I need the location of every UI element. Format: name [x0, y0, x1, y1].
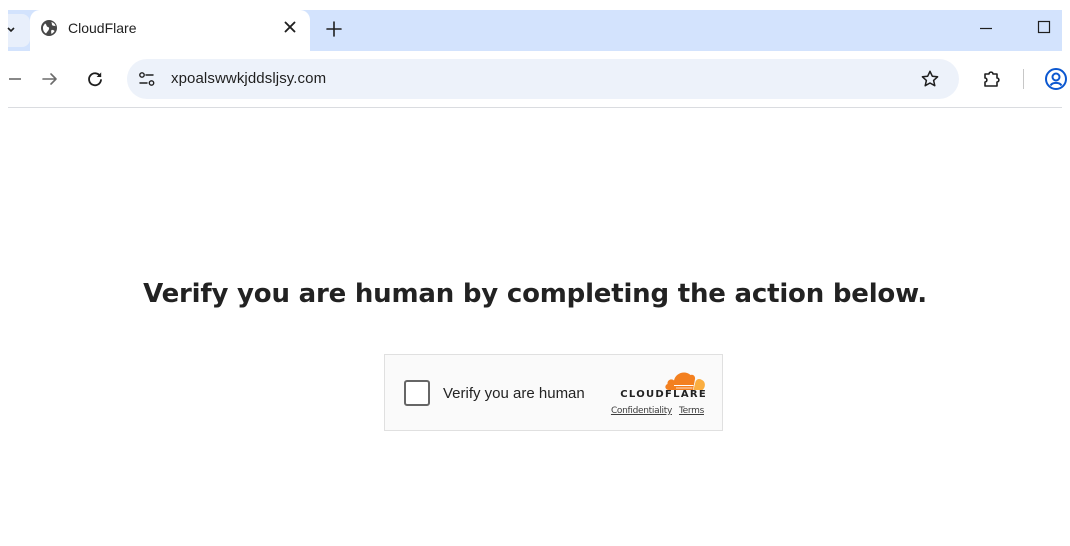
extensions-puzzle-icon[interactable] [981, 67, 1003, 89]
page-heading: Verify you are human by completing the a… [143, 279, 927, 309]
url-text[interactable]: xpoalswwkjddsljsy.com [171, 70, 326, 87]
tab-cloudflare[interactable]: CloudFlare [30, 10, 310, 51]
tab-title: CloudFlare [68, 20, 137, 36]
cloudflare-links: Confidentiality Terms [611, 406, 704, 416]
previous-tab[interactable] [7, 14, 30, 47]
close-tab-icon[interactable] [281, 18, 299, 36]
minimize-icon[interactable] [976, 20, 996, 36]
toolbar-separator [1023, 69, 1024, 89]
cloudflare-cloud-logo-icon [665, 372, 705, 390]
back-arrow-icon[interactable] [4, 69, 24, 89]
site-settings-icon[interactable] [136, 68, 158, 90]
profile-avatar-icon[interactable] [1044, 67, 1068, 91]
new-tab-plus-icon[interactable] [321, 16, 347, 42]
reload-icon[interactable] [85, 69, 105, 89]
maximize-icon[interactable] [1035, 18, 1053, 36]
verify-checkbox[interactable] [404, 380, 430, 406]
browser-window: CloudFlare xpoalswwkjddsljsy.com Verify … [0, 0, 1070, 546]
globe-icon [41, 20, 57, 36]
tab-strip: CloudFlare [7, 10, 1062, 51]
terms-link[interactable]: Terms [679, 406, 704, 416]
bookmark-star-icon[interactable] [920, 69, 940, 89]
browser-toolbar: xpoalswwkjddsljsy.com [8, 51, 1067, 108]
address-bar[interactable]: xpoalswwkjddsljsy.com [127, 59, 959, 99]
confidentiality-link[interactable]: Confidentiality [611, 406, 672, 416]
cloudflare-wordmark: CLOUDFLARE [620, 389, 707, 400]
forward-arrow-icon[interactable] [40, 69, 60, 89]
tab-search-chevron-icon[interactable] [7, 23, 17, 37]
verify-label[interactable]: Verify you are human [443, 385, 585, 402]
turnstile-challenge-widget: Verify you are human CLOUDFLARE Confiden… [384, 354, 723, 431]
